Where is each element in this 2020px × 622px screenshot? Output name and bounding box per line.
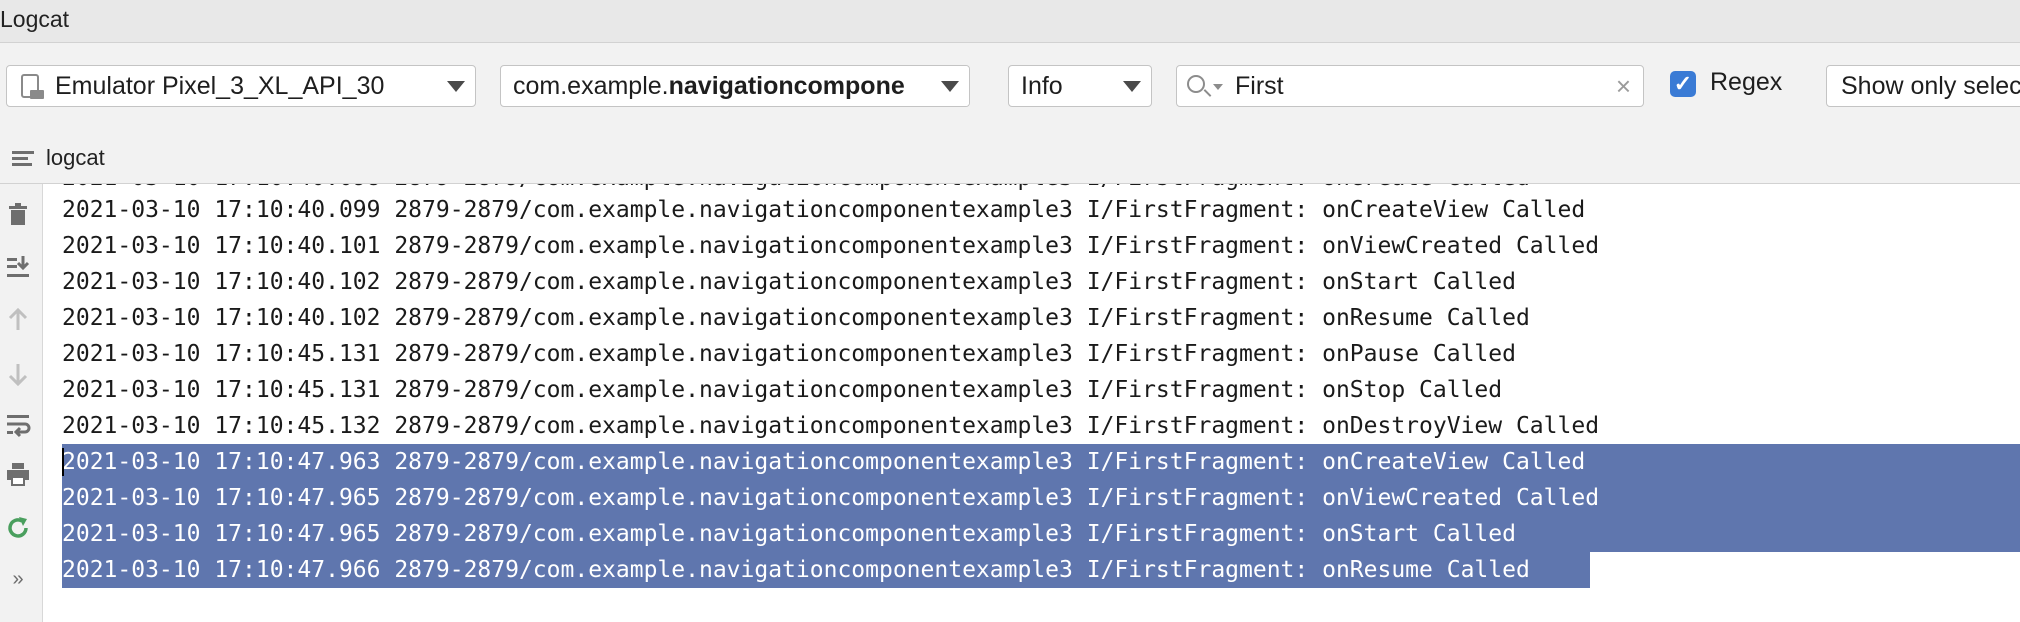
trash-icon[interactable] [4, 200, 32, 228]
more-chevron-icon[interactable]: » [4, 568, 32, 596]
log-line: 2021-03-10 17:10:47.966 2879-2879/com.ex… [62, 557, 1530, 583]
device-selector[interactable]: Emulator Pixel_3_XL_API_30 [6, 65, 476, 107]
regex-checkbox[interactable]: ✓ [1670, 71, 1696, 97]
device-phone-icon [21, 74, 44, 99]
log-line: 2021-03-10 17:10:45.131 2879-2879/com.ex… [62, 377, 1503, 403]
tab-logcat[interactable]: logcat [46, 145, 105, 171]
search-value: First [1235, 72, 1284, 100]
log-level-label: Info [1021, 72, 1063, 100]
logcat-toolbar: Emulator Pixel_3_XL_API_30 com.example.n… [0, 43, 2020, 133]
close-icon[interactable]: × [1616, 66, 1631, 106]
logcat-lines-icon [12, 151, 34, 167]
restart-icon[interactable] [4, 514, 32, 542]
log-line: 2021-03-10 17:10:45.132 2879-2879/com.ex… [62, 413, 1600, 439]
print-icon[interactable] [4, 460, 32, 488]
log-level-selector[interactable]: Info [1008, 65, 1152, 107]
regex-label: Regex [1710, 68, 1783, 96]
process-label: com.example.navigationcompone [513, 72, 905, 100]
side-toolbar: » [0, 184, 43, 622]
process-selector[interactable]: com.example.navigationcompone [500, 65, 970, 107]
filter-selector[interactable]: Show only selected application [1826, 65, 2020, 107]
arrow-down-icon[interactable] [4, 360, 32, 388]
log-line: 2021-03-10 17:10:40.101 2879-2879/com.ex… [62, 233, 1600, 259]
log-output[interactable]: 2021-03-10 17:10:40.098 2879-2879/com.ex… [43, 184, 2020, 622]
chevron-down-icon [941, 81, 959, 92]
text-cursor [62, 448, 64, 476]
log-line: 2021-03-10 17:10:40.102 2879-2879/com.ex… [62, 269, 1516, 295]
search-icon[interactable] [1187, 75, 1205, 93]
device-label: Emulator Pixel_3_XL_API_30 [55, 72, 385, 100]
window-title: Logcat [0, 6, 70, 32]
search-input[interactable]: First × [1176, 65, 1644, 107]
log-line: 2021-03-10 17:10:45.131 2879-2879/com.ex… [62, 341, 1516, 367]
log-line: 2021-03-10 17:10:40.102 2879-2879/com.ex… [62, 305, 1530, 331]
log-line: 2021-03-10 17:10:47.963 2879-2879/com.ex… [62, 449, 1586, 475]
log-line: 2021-03-10 17:10:40.099 2879-2879/com.ex… [62, 197, 1586, 223]
arrow-up-icon[interactable] [4, 306, 32, 334]
search-history-chevron-icon[interactable] [1213, 84, 1223, 90]
chevron-down-icon [1123, 81, 1141, 92]
filter-label: Show only selected application [1841, 72, 2020, 100]
tab-bar: logcat [0, 133, 2020, 184]
title-bar: Logcat [0, 0, 2020, 43]
soft-wrap-icon[interactable] [4, 410, 32, 438]
scroll-to-end-icon[interactable] [4, 252, 32, 280]
chevron-down-icon [447, 81, 465, 92]
log-line: 2021-03-10 17:10:47.965 2879-2879/com.ex… [62, 521, 1516, 547]
log-line: 2021-03-10 17:10:47.965 2879-2879/com.ex… [62, 485, 1600, 511]
